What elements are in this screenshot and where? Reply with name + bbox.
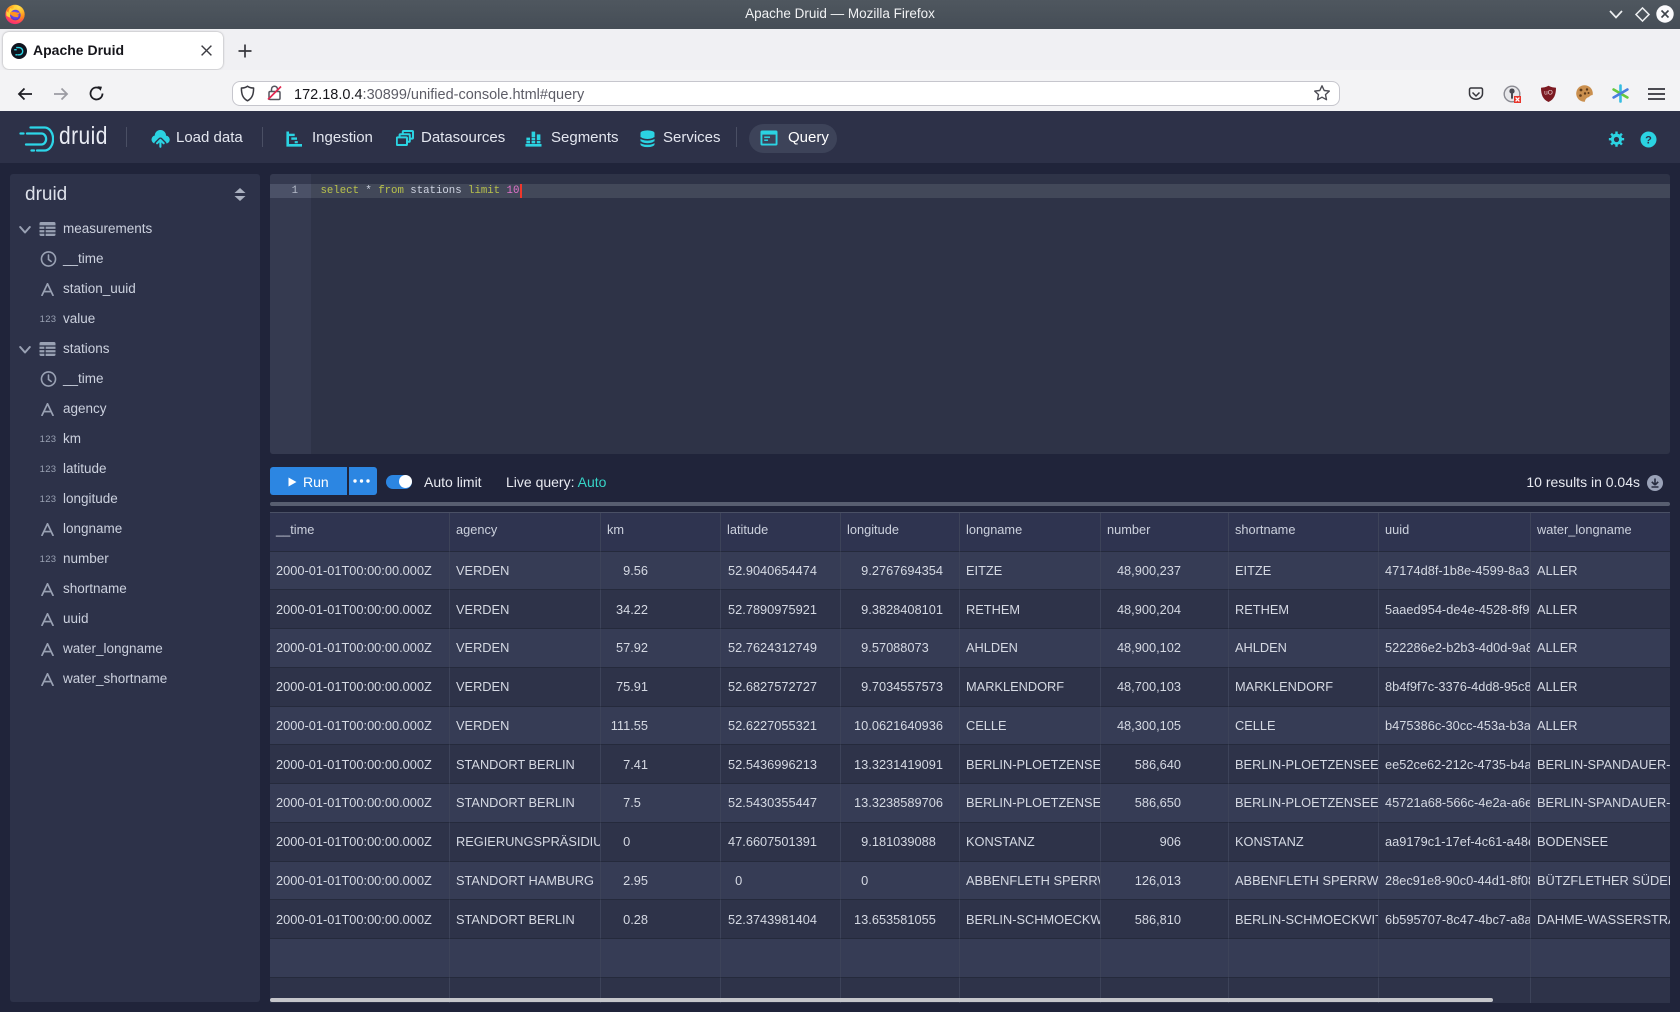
svg-text:?: ? xyxy=(1645,134,1652,146)
svg-text:uO: uO xyxy=(1544,90,1553,97)
